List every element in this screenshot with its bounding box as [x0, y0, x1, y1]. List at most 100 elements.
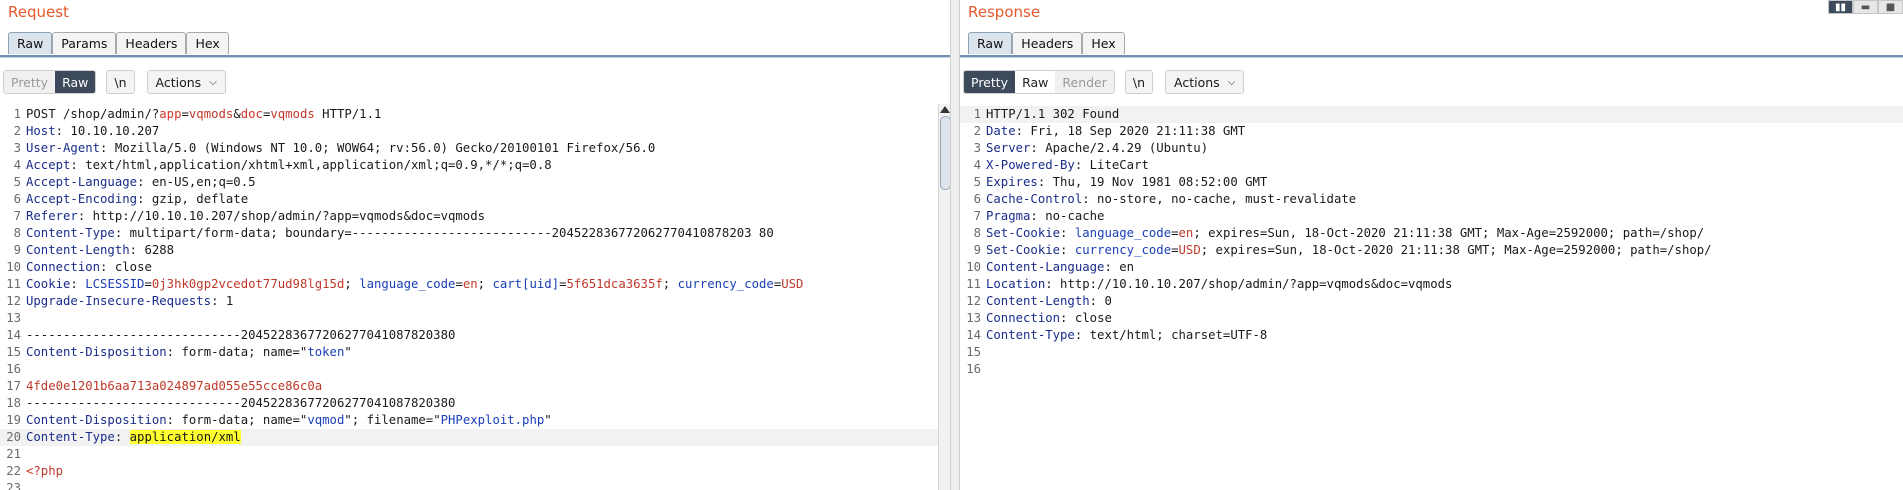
response-title: Response	[968, 3, 1041, 21]
request-tab-raw[interactable]: Raw	[8, 32, 53, 54]
request-tab-params[interactable]: Params	[52, 32, 117, 54]
code-line[interactable]: 13 Connection: close	[960, 310, 1903, 327]
code-token: "	[344, 345, 352, 359]
line-number: 6	[973, 192, 981, 206]
code-line[interactable]: 17 4fde0e1201b6aa713a024897ad055e55cce86c…	[0, 378, 950, 395]
code-line[interactable]: 6 Accept-Encoding: gzip, deflate	[0, 191, 950, 208]
code-line[interactable]: 4 X-Powered-By: LiteCart	[960, 157, 1903, 174]
line-number: 16	[966, 362, 981, 376]
code-line[interactable]: 19 Content-Disposition: form-data; name="…	[0, 412, 950, 429]
code-token: : Mozilla/5.0 (Windows NT 10.0; WOW64; r…	[100, 141, 656, 155]
code-line[interactable]: 22 <?php	[0, 463, 950, 480]
tabs-icon[interactable]: ■	[1878, 0, 1903, 14]
code-line[interactable]: 11 Location: http://10.10.10.207/shop/adm…	[960, 276, 1903, 293]
code-token: Pragma	[986, 209, 1031, 223]
request-tab-headers[interactable]: Headers	[116, 32, 187, 54]
code-line[interactable]: 12 Upgrade-Insecure-Requests: 1	[0, 293, 950, 310]
code-line[interactable]: 5 Expires: Thu, 19 Nov 1981 08:52:00 GMT	[960, 174, 1903, 191]
code-token: : http://10.10.10.207/shop/admin/?app=vq…	[1045, 277, 1453, 291]
code-token: ; expires=Sun, 18-Oct-2020 21:11:38 GMT;…	[1193, 226, 1705, 240]
code-token: "; filename="	[344, 413, 441, 427]
code-line[interactable]: 14 Content-Type: text/html; charset=UTF-8	[960, 327, 1903, 344]
line-content: <?php	[26, 463, 63, 480]
code-line[interactable]: 7 Pragma: no-cache	[960, 208, 1903, 225]
code-line[interactable]: 9 Set-Cookie: currency_code=USD; expires=…	[960, 242, 1903, 259]
code-token: Set-Cookie	[986, 226, 1061, 240]
code-line[interactable]: 3 User-Agent: Mozilla/5.0 (Windows NT 10.…	[0, 140, 950, 157]
response-tab-raw[interactable]: Raw	[968, 32, 1013, 54]
scroll-up-arrow-icon[interactable]	[940, 106, 950, 113]
response-newline-button[interactable]: \n	[1124, 70, 1154, 94]
code-line[interactable]: 13	[0, 310, 950, 327]
code-token: =	[455, 277, 463, 291]
code-line[interactable]: 11 Cookie: LCSESSID=0j3hk0gp2vcedot77ud98…	[0, 276, 950, 293]
request-toolbar: Pretty Raw \n Actions ⌵	[3, 70, 226, 94]
code-line[interactable]: 1 POST /shop/admin/?app=vqmods&doc=vqmods…	[0, 106, 950, 123]
code-line[interactable]: 14 -----------------------------204522836…	[0, 327, 950, 344]
code-line[interactable]: 3 Server: Apache/2.4.29 (Ubuntu)	[960, 140, 1903, 157]
code-line[interactable]: 18 -----------------------------204522836…	[0, 395, 950, 412]
code-line[interactable]: 5 Accept-Language: en-US,en;q=0.5	[0, 174, 950, 191]
code-line[interactable]: 16	[0, 361, 950, 378]
line-number: 2	[13, 124, 21, 138]
response-tab-hex[interactable]: Hex	[1082, 32, 1125, 54]
code-token: &	[233, 107, 241, 121]
code-line[interactable]: 2 Date: Fri, 18 Sep 2020 21:11:38 GMT	[960, 123, 1903, 140]
code-line[interactable]: 16	[960, 361, 1903, 378]
code-line[interactable]: 2 Host: 10.10.10.207	[0, 123, 950, 140]
request-newline-button[interactable]: \n	[106, 70, 135, 94]
code-token: : close	[100, 260, 152, 274]
code-token: : 0	[1089, 294, 1112, 308]
code-token: : text/html; charset=UTF-8	[1074, 328, 1268, 342]
split-horizontal-icon[interactable]: ▬	[1853, 0, 1878, 14]
line-number: 13	[6, 311, 21, 325]
line-number: 15	[6, 345, 21, 359]
response-render-button[interactable]: Render	[1055, 71, 1114, 93]
response-tab-underline	[960, 55, 1903, 58]
pane-divider[interactable]	[950, 0, 960, 490]
code-line[interactable]: 4 Accept: text/html,application/xhtml+xml…	[0, 157, 950, 174]
code-line[interactable]: 12 Content-Length: 0	[960, 293, 1903, 310]
response-raw-button[interactable]: Raw	[1015, 71, 1055, 93]
code-line[interactable]: 23	[0, 480, 950, 490]
request-scrollbar[interactable]	[938, 104, 950, 490]
line-number: 21	[6, 447, 21, 461]
code-line[interactable]: 21	[0, 446, 950, 463]
request-tab-hex[interactable]: Hex	[186, 32, 229, 54]
request-editor[interactable]: 1 POST /shop/admin/?app=vqmods&doc=vqmods…	[0, 106, 950, 490]
code-line[interactable]: 10 Content-Language: en	[960, 259, 1903, 276]
code-line[interactable]: 15 Content-Disposition: form-data; name="…	[0, 344, 950, 361]
code-line[interactable]: 9 Content-Length: 6288	[0, 242, 950, 259]
line-number: 5	[13, 175, 21, 189]
code-line[interactable]: 7 Referer: http://10.10.10.207/shop/admin…	[0, 208, 950, 225]
response-actions-button[interactable]: Actions ⌵	[1165, 70, 1245, 94]
code-line[interactable]: 6 Cache-Control: no-store, no-cache, must…	[960, 191, 1903, 208]
code-line[interactable]: 8 Content-Type: multipart/form-data; boun…	[0, 225, 950, 242]
code-line[interactable]: 20 Content-Type: application/xml	[0, 429, 950, 446]
code-token: Content-Language	[986, 260, 1105, 274]
code-line[interactable]: 10 Connection: close	[0, 259, 950, 276]
request-pretty-button[interactable]: Pretty	[4, 71, 56, 93]
line-number: 20	[6, 430, 21, 444]
request-scroll-thumb[interactable]	[940, 116, 950, 190]
code-token: : http://10.10.10.207/shop/admin/?app=vq…	[77, 209, 486, 223]
response-editor[interactable]: 1 HTTP/1.1 302 Found 2 Date: Fri, 18 Sep 20…	[960, 106, 1903, 490]
split-vertical-icon[interactable]: ▮▮	[1828, 0, 1853, 14]
request-tabs: Raw Params Headers Hex	[8, 32, 229, 54]
line-content: Content-Length: 6288	[26, 242, 174, 259]
response-tab-headers[interactable]: Headers	[1012, 32, 1083, 54]
response-pretty-button[interactable]: Pretty	[964, 71, 1016, 93]
line-content: User-Agent: Mozilla/5.0 (Windows NT 10.0…	[26, 140, 655, 157]
code-token: en	[462, 277, 478, 291]
line-content: Location: http://10.10.10.207/shop/admin…	[986, 276, 1452, 293]
code-line[interactable]: 8 Set-Cookie: language_code=en; expires=S…	[960, 225, 1903, 242]
code-token: =	[1171, 226, 1179, 240]
line-number: 15	[966, 345, 981, 359]
line-number: 6	[13, 192, 21, 206]
line-content: Cookie: LCSESSID=0j3hk0gp2vcedot77ud98lg…	[26, 276, 803, 293]
code-line[interactable]: 1 HTTP/1.1 302 Found	[960, 106, 1903, 123]
request-actions-button[interactable]: Actions ⌵	[146, 70, 226, 94]
code-token: : form-data; name="	[166, 413, 308, 427]
request-raw-button[interactable]: Raw	[55, 71, 96, 93]
code-line[interactable]: 15	[960, 344, 1903, 361]
